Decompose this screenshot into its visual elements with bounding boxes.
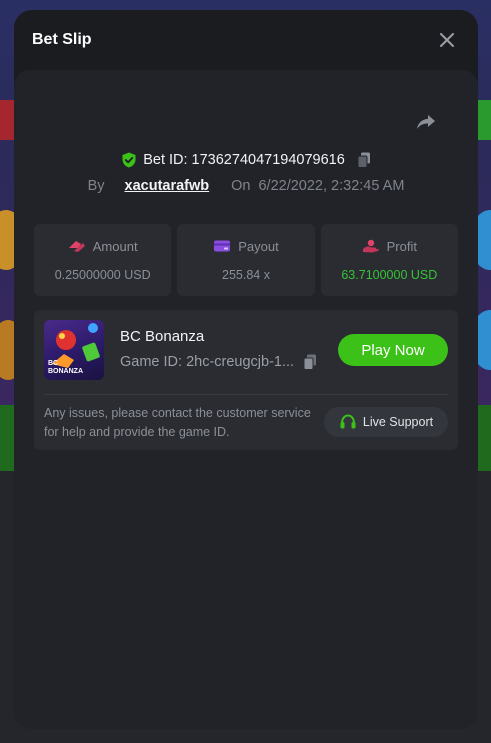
copy-icon[interactable] bbox=[357, 152, 371, 168]
stat-amount-label: Amount bbox=[92, 238, 138, 254]
divider bbox=[44, 394, 448, 395]
shield-check-icon bbox=[121, 152, 137, 168]
copy-icon[interactable] bbox=[303, 354, 317, 370]
stat-payout-head: Payout bbox=[213, 238, 279, 254]
username-link[interactable]: xacutarafwb bbox=[125, 178, 210, 194]
card-icon bbox=[213, 239, 231, 253]
game-card: BC BONANZA BC Bonanza Game ID: 2hc-creugc… bbox=[34, 310, 458, 450]
game-thumbnail-text: BC BONANZA bbox=[48, 360, 83, 375]
stat-payout-value: 255.84 x bbox=[222, 267, 270, 282]
coins-icon bbox=[68, 239, 86, 253]
stat-profit-value: 63.7100000 USD bbox=[341, 267, 438, 282]
bet-id-row: Bet ID: 1736274047194079616 bbox=[14, 152, 478, 168]
headset-icon bbox=[339, 413, 357, 431]
by-label: By bbox=[87, 178, 105, 194]
bet-slip-modal: Bet Slip Bet ID: 1736274047194079616 By … bbox=[14, 10, 478, 729]
close-icon[interactable] bbox=[436, 29, 458, 51]
bet-id-label: Bet ID: 1736274047194079616 bbox=[143, 152, 345, 168]
game-id-label: Game ID: 2hc-creugcjb-1... bbox=[120, 354, 295, 370]
on-label: On bbox=[231, 178, 251, 194]
live-support-label: Live Support bbox=[362, 415, 434, 429]
stat-payout: Payout 255.84 x bbox=[177, 224, 315, 296]
modal-title: Bet Slip bbox=[32, 31, 92, 48]
game-thumbnail[interactable]: BC BONANZA bbox=[44, 320, 104, 380]
game-name[interactable]: BC Bonanza bbox=[120, 328, 204, 345]
stat-amount-value: 0.25000000 USD bbox=[54, 267, 151, 282]
support-info-text: Any issues, please contact the customer … bbox=[44, 406, 311, 439]
stat-amount: Amount 0.25000000 USD bbox=[34, 224, 172, 296]
bet-date: 6/22/2022, 2:32:45 AM bbox=[258, 178, 405, 194]
live-support-button[interactable]: Live Support bbox=[324, 407, 448, 437]
share-icon[interactable] bbox=[414, 110, 438, 134]
stat-profit-label: Profit bbox=[386, 238, 417, 254]
stat-profit-head: Profit bbox=[362, 239, 417, 254]
bet-stats: Amount 0.25000000 USD Payout 255.84 x Pr… bbox=[34, 224, 458, 296]
stat-amount-head: Amount bbox=[68, 239, 138, 254]
stat-profit: Profit 63.7100000 USD bbox=[320, 224, 458, 296]
game-id-row: Game ID: 2hc-creugcjb-1... bbox=[120, 354, 317, 370]
hand-coins-icon bbox=[362, 239, 380, 253]
bet-details-panel: Bet ID: 1736274047194079616 By xacutaraf… bbox=[14, 70, 478, 729]
play-now-button[interactable]: Play Now bbox=[338, 334, 448, 366]
stat-payout-label: Payout bbox=[238, 238, 279, 254]
bet-meta-row: By xacutarafwb On 6/22/2022, 2:32:45 AM bbox=[14, 178, 478, 194]
modal-header: Bet Slip bbox=[14, 10, 478, 70]
